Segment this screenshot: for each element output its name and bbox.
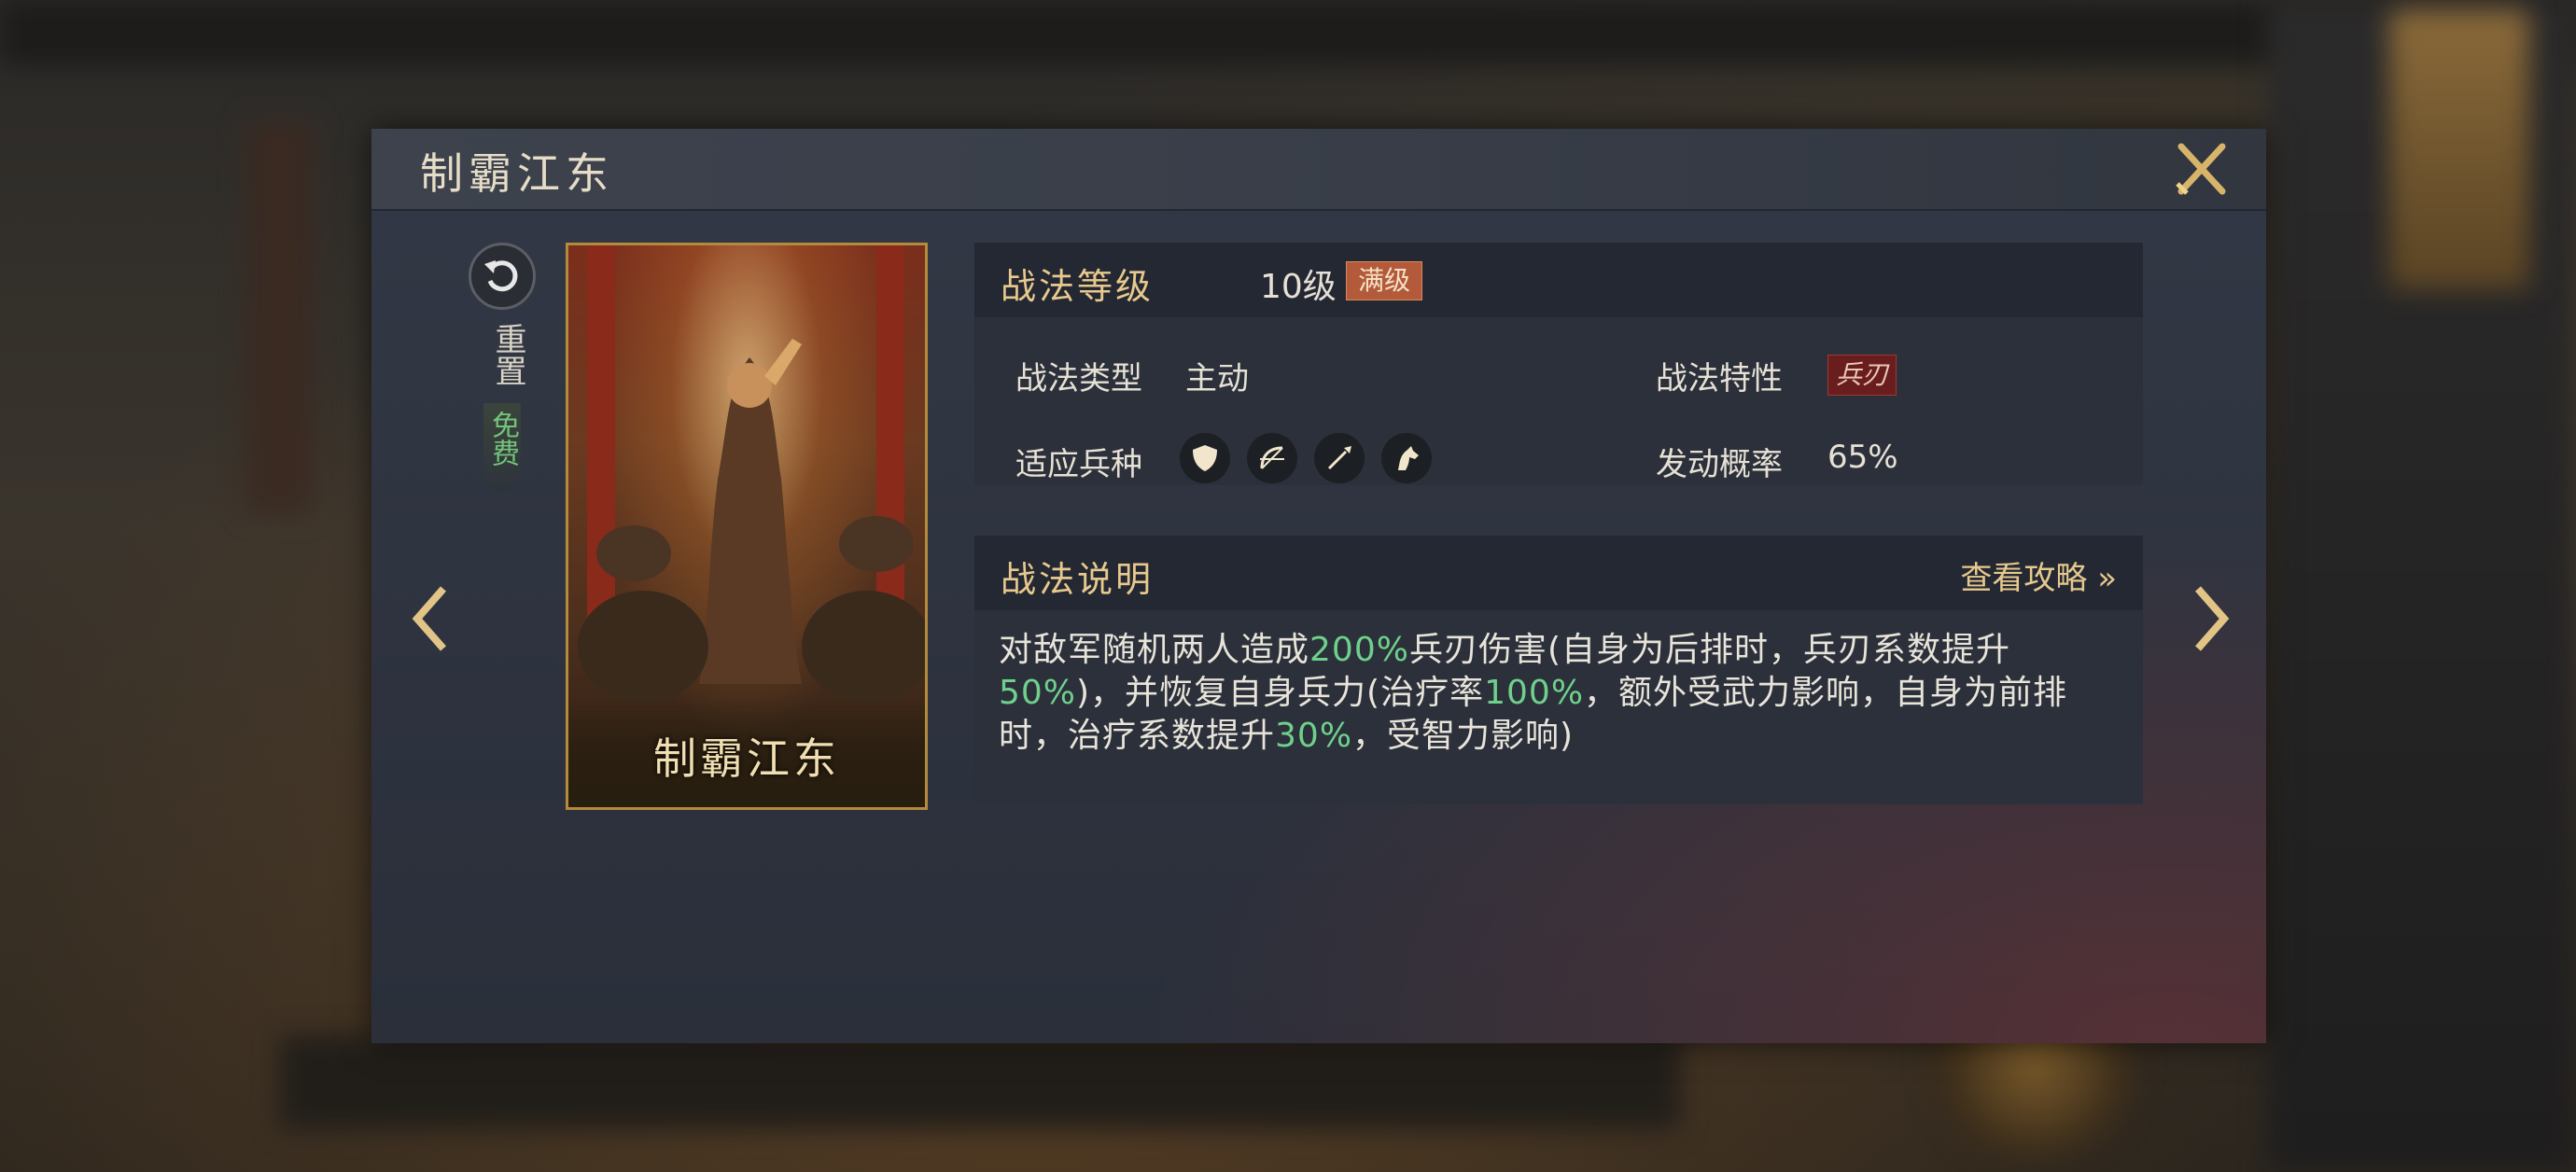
tactic-detail-dialog: 制霸江东 重置 免费 制霸江东 战法等级 10级 满级 战法类型 主动 战法特性… <box>371 129 2266 1043</box>
next-arrow-button[interactable] <box>2184 577 2240 661</box>
chance-label: 发动概率 <box>1656 446 1783 483</box>
close-button[interactable] <box>2171 138 2233 200</box>
dialog-title: 制霸江东 <box>420 148 614 199</box>
background-bottom-bar <box>280 1036 1680 1129</box>
close-icon <box>2176 143 2226 195</box>
description-header: 战法说明 查看攻略 » <box>974 536 2143 610</box>
background-gold-portrait <box>2389 9 2529 289</box>
tactic-attributes: 战法类型 主动 战法特性 兵刃 适应兵种 发动概率 65% <box>974 317 2143 485</box>
troops-label: 适应兵种 <box>1015 446 1142 483</box>
desc-highlight: 50% <box>999 674 1077 712</box>
background-left-bar <box>247 121 313 513</box>
tactic-card-art: 制霸江东 <box>566 243 928 810</box>
desc-segment: )，并恢复自身兵力(治疗率 <box>1076 674 1485 712</box>
desc-segment: ，受智力影响) <box>1352 717 1575 755</box>
troop-icon-list <box>1180 433 1432 483</box>
reset-cost-label: 免费 <box>486 411 519 467</box>
type-value: 主动 <box>1185 360 1249 398</box>
trait-label: 战法特性 <box>1656 360 1783 398</box>
reset-button[interactable]: 重置 免费 <box>465 243 539 635</box>
spear-icon <box>1314 433 1365 483</box>
card-name: 制霸江东 <box>653 733 840 784</box>
trait-badge: 兵刃 <box>1827 355 1897 396</box>
prev-arrow-button[interactable] <box>401 577 457 661</box>
dialog-header: 制霸江东 <box>371 129 2266 211</box>
chevron-left-icon <box>412 586 447 651</box>
reset-icon <box>469 243 536 310</box>
desc-segment: 兵刃伤害(自身为后排时，兵刃系数提升 <box>1408 631 2010 669</box>
background-top-bar <box>0 0 2576 65</box>
type-label: 战法类型 <box>1015 360 1142 398</box>
chevron-right-icon <box>2194 586 2230 651</box>
max-level-badge: 满级 <box>1346 261 1423 300</box>
view-guide-link[interactable]: 查看攻略 » <box>1960 552 2117 598</box>
chance-value: 65% <box>1827 439 1898 476</box>
desc-highlight: 200% <box>1309 631 1409 669</box>
desc-highlight: 100% <box>1484 674 1585 712</box>
shield-icon <box>1180 433 1230 483</box>
level-value: 10级 <box>1260 268 1337 306</box>
desc-segment: 对敌军随机两人造成 <box>999 631 1310 669</box>
description-heading: 战法说明 <box>1001 559 1155 600</box>
description-text: 对敌军随机两人造成200%兵刃伤害(自身为后排时，兵刃系数提升 50%)，并恢复自… <box>999 629 2128 758</box>
horse-icon <box>1381 433 1432 483</box>
description-body: 对敌军随机两人造成200%兵刃伤害(自身为后排时，兵刃系数提升 50%)，并恢复自… <box>974 610 2143 804</box>
desc-highlight: 30% <box>1275 717 1353 755</box>
bow-icon <box>1247 433 1297 483</box>
level-label: 战法等级 <box>1001 266 1155 307</box>
tactic-level-row: 战法等级 10级 满级 <box>974 243 2143 317</box>
reset-label: 重置 <box>489 323 526 386</box>
